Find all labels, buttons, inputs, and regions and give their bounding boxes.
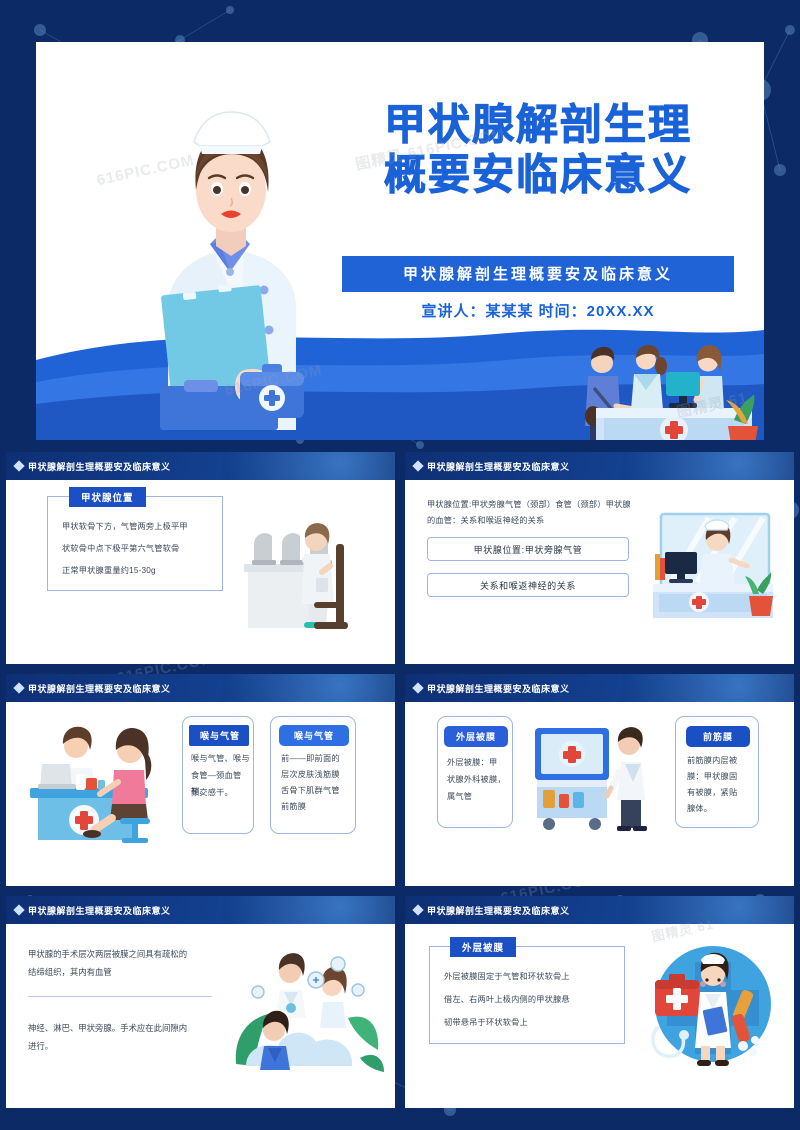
slide-6-body: 外层被膜 外层被膜固定于气管和环状软骨上 借左、右两叶上极内侧的甲状腺悬 韧带悬… xyxy=(405,917,794,1108)
slide-2[interactable]: 甲状腺解剖生理概要安及临床意义 甲状腺位置:甲状旁腺气管（颈部）食管（颈部）甲状… xyxy=(405,452,794,664)
slide-6-header-label: 甲状腺解剖生理概要安及临床意义 xyxy=(427,905,570,916)
slide-6-header: 甲状腺解剖生理概要安及临床意义 xyxy=(405,896,794,924)
slide-4-card-1-badge: 外层被膜 xyxy=(444,726,508,747)
slide-4-card-2: 前筋膜 前筋膜内层被 膜：甲状腺固 有被膜，紧贴 腺体。 xyxy=(675,716,759,828)
slide-3-card-2-line-1: 前——即前面的 xyxy=(281,754,340,763)
slide-2-pill-1[interactable]: 甲状腺位置:甲状旁腺气管 xyxy=(427,537,629,561)
slide-4-card-2-line-1: 前筋膜内层被 xyxy=(687,756,738,765)
cover-subtitle: 甲状腺解剖生理概要安及临床意义 xyxy=(342,256,734,292)
nurse-medical-kit-circle-illustration xyxy=(651,946,771,1066)
nurse-reception-counter-illustration xyxy=(653,512,773,618)
slide-5-paragraph-2-line-1: 神经、淋巴、甲状旁腺。手术应在此间隙内 xyxy=(28,1023,188,1033)
slide-5-header: 甲状腺解剖生理概要安及临床意义 xyxy=(6,896,395,924)
slide-3-card-2-line-2: 层次皮肤浅筋膜 xyxy=(281,770,340,779)
slide-2-header-label: 甲状腺解剖生理概要安及临床意义 xyxy=(427,461,570,472)
cover-title-line-1: 甲状腺解剖生理 xyxy=(383,100,692,150)
slide-1-header-label: 甲状腺解剖生理概要安及临床意义 xyxy=(28,461,171,472)
slide-3-card-2-line-4: 前筋膜 xyxy=(281,802,307,811)
slide-3[interactable]: 甲状腺解剖生理概要安及临床意义 喉与气管 喉与气管、喉与 食管—颈血管鞘、 颈交… xyxy=(6,674,395,886)
slide-1-text-line-2: 状软骨中点下极平第六气管软骨 xyxy=(62,544,180,553)
slide-4-card-2-line-3: 有被膜，紧贴 xyxy=(687,788,738,797)
slide-5-body: 甲状腺的手术层次两层被膜之间具有疏松的 结缔组织，其内有血管 神经、淋巴、甲状旁… xyxy=(6,924,395,1108)
slide-3-header: 甲状腺解剖生理概要安及临床意义 xyxy=(6,674,395,702)
slide-5[interactable]: 甲状腺解剖生理概要安及临床意义 甲状腺的手术层次两层被膜之间具有疏松的 结缔组织… xyxy=(6,896,395,1108)
slide-5-paragraph-1-line-2: 结缔组织，其内有血管 xyxy=(28,967,112,977)
slide-1-text-line-3: 正常甲状腺重量约15-30g xyxy=(62,566,156,575)
cover-presenter-line: 宣讲人：某某某 时间：20XX.XX xyxy=(421,303,655,320)
slide-3-card-2: 喉与气管 前——即前面的 层次皮肤浅筋膜 舌骨下肌群气管 前筋膜 xyxy=(270,716,356,834)
slide-3-header-label: 甲状腺解剖生理概要安及临床意义 xyxy=(28,683,171,694)
slide-1-text-line-1: 甲状软骨下方，气管两旁上极平甲 xyxy=(62,522,188,531)
slide-4-card-2-line-4: 腺体。 xyxy=(687,804,713,813)
slide-2-text-line-1: 甲状腺位置:甲状旁腺气管（颈部）食管（颈部）甲状腺 xyxy=(427,500,631,509)
doctor-medical-cart-illustration xyxy=(535,727,647,831)
slide-6-text-line-2: 借左、右两叶上极内侧的甲状腺悬 xyxy=(444,995,570,1004)
slide-4-card-1: 外层被膜 外层被膜：甲 状腺外科被膜， 属气管 xyxy=(437,716,513,828)
slide-6[interactable]: 甲状腺解剖生理概要安及临床意义 外层被膜 外层被膜固定于气管和环状软骨上 借左、… xyxy=(405,896,794,1108)
slide-6-text-line-3: 韧带悬吊于环状软骨上 xyxy=(444,1018,528,1027)
slide-1[interactable]: 甲状腺解剖生理概要安及临床意义 甲状腺位置 甲状软骨下方，气管两旁上极平甲 状软… xyxy=(6,452,395,664)
slide-2-pill-2[interactable]: 关系和喉返神经的关系 xyxy=(427,573,629,597)
lab-scientist-microscope-illustration xyxy=(244,523,348,629)
doctors-team-leaves-illustration xyxy=(235,953,384,1072)
slide-4-header: 甲状腺解剖生理概要安及临床意义 xyxy=(405,674,794,702)
slide-4-body: 外层被膜 外层被膜：甲 状腺外科被膜， 属气管 前筋膜 前筋膜内层被 膜：甲状腺… xyxy=(405,702,794,886)
cover-title-line-2: 概要安临床意义 xyxy=(383,150,692,200)
slide-5-header-label: 甲状腺解剖生理概要安及临床意义 xyxy=(28,905,171,916)
slide-2-text-line-2: 的血管：关系和喉返神经的关系 xyxy=(427,516,545,525)
slide-3-card-2-badge: 喉与气管 xyxy=(279,725,349,746)
slide-3-card-1-line-3: 颈交感干。 xyxy=(191,788,233,797)
diamond-bullet-icon xyxy=(13,460,25,472)
hospital-reception-desk-illustration xyxy=(585,344,758,440)
slide-1-badge: 甲状腺位置 xyxy=(69,487,146,507)
slide-5-paragraph-1-line-1: 甲状腺的手术层次两层被膜之间具有疏松的 xyxy=(28,949,188,959)
slide-5-paragraph-2-line-2: 进行。 xyxy=(28,1041,54,1051)
slide-4[interactable]: 甲状腺解剖生理概要安及临床意义 外层被膜 外层被膜：甲 状腺外科被膜， 属气管 xyxy=(405,674,794,886)
medical-kit-icon xyxy=(240,364,304,418)
slide-6-card: 外层被膜 外层被膜固定于气管和环状软骨上 借左、右两叶上极内侧的甲状腺悬 韧带悬… xyxy=(429,937,625,1044)
slide-4-card-1-line-3: 属气管 xyxy=(447,792,473,801)
slide-2-header: 甲状腺解剖生理概要安及临床意义 xyxy=(405,452,794,480)
slide-4-card-2-badge: 前筋膜 xyxy=(686,726,750,747)
slide-1-body: 甲状腺位置 甲状软骨下方，气管两旁上极平甲 状软骨中点下极平第六气管软骨 正常甲… xyxy=(6,480,395,664)
presentation-page: 甲状腺解剖生理 概要安临床意义 甲状腺解剖生理概要安及临床意义 宣讲人：某某某 … xyxy=(0,0,800,1130)
slide-3-card-1-line-1: 喉与气管、喉与 xyxy=(191,754,250,763)
slide-3-card-1: 喉与气管 喉与气管、喉与 食管—颈血管鞘、 颈交感干。 xyxy=(182,716,254,834)
slide-1-card: 甲状腺位置 甲状软骨下方，气管两旁上极平甲 状软骨中点下极平第六气管软骨 正常甲… xyxy=(47,487,223,591)
slide-6-text-line-1: 外层被膜固定于气管和环状软骨上 xyxy=(444,972,570,981)
slide-3-card-2-line-3: 舌骨下肌群气管 xyxy=(281,786,340,795)
diamond-bullet-icon xyxy=(412,460,424,472)
diamond-bullet-icon xyxy=(412,904,424,916)
doctor-patient-consultation-illustration xyxy=(30,726,152,843)
diamond-bullet-icon xyxy=(13,682,25,694)
diamond-bullet-icon xyxy=(412,682,424,694)
slide-1-header: 甲状腺解剖生理概要安及临床意义 xyxy=(6,452,395,480)
slide-3-body: 喉与气管 喉与气管、喉与 食管—颈血管鞘、 颈交感干。 喉与气管 前——即前面的… xyxy=(6,702,395,886)
slide-4-header-label: 甲状腺解剖生理概要安及临床意义 xyxy=(427,683,570,694)
cover-title: 甲状腺解剖生理 概要安临床意义 xyxy=(336,100,740,200)
slide-grid: 甲状腺解剖生理概要安及临床意义 甲状腺位置 甲状软骨下方，气管两旁上极平甲 状软… xyxy=(6,452,794,1124)
slide-2-body: 甲状腺位置:甲状旁腺气管（颈部）食管（颈部）甲状腺 的血管：关系和喉返神经的关系… xyxy=(405,480,794,664)
slide-6-badge: 外层被膜 xyxy=(450,937,517,957)
slide-3-card-1-badge: 喉与气管 xyxy=(189,725,249,746)
slide-5-divider xyxy=(28,996,212,997)
slide-4-card-1-line-2: 状腺外科被膜， xyxy=(447,775,506,784)
slide-4-card-1-line-1: 外层被膜：甲 xyxy=(447,758,498,767)
cover-slide: 甲状腺解剖生理 概要安临床意义 甲状腺解剖生理概要安及临床意义 宣讲人：某某某 … xyxy=(36,42,764,440)
diamond-bullet-icon xyxy=(13,904,25,916)
slide-4-card-2-line-2: 膜：甲状腺固 xyxy=(687,772,738,781)
